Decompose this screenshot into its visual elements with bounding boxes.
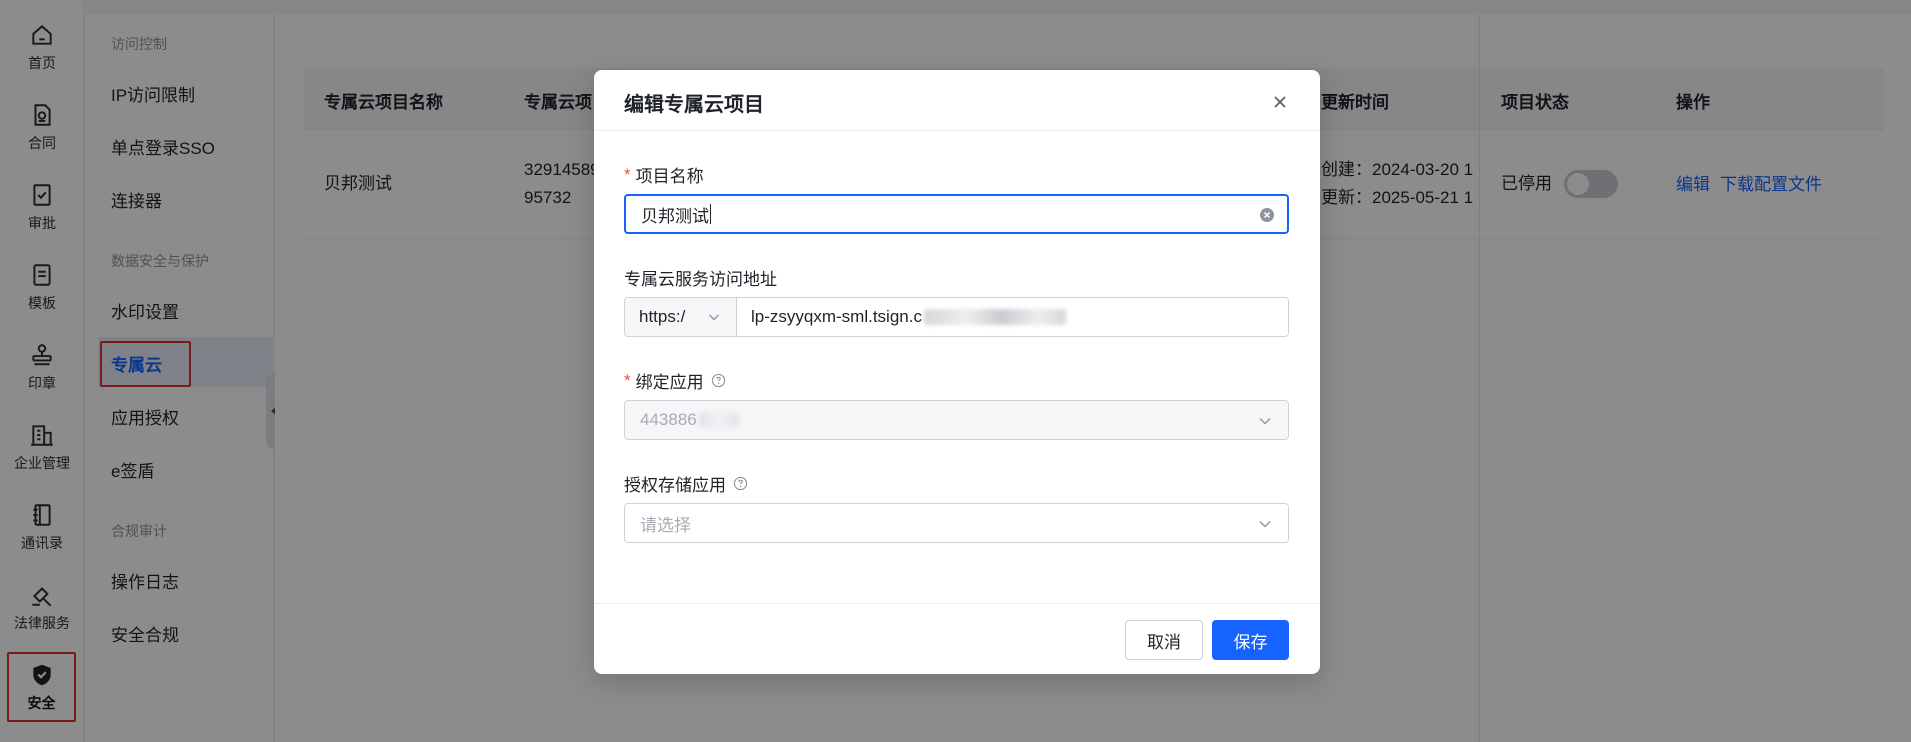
text-cursor [710, 204, 711, 224]
redacted-text [923, 309, 1066, 325]
bound-app-select: 443886 [624, 400, 1289, 440]
bound-app-label: * 绑定应用 [624, 368, 726, 393]
dialog-close-button[interactable] [1266, 88, 1294, 116]
required-mark: * [624, 370, 631, 390]
dialog-footer-divider [594, 603, 1320, 604]
redacted-text [698, 412, 739, 428]
storage-app-placeholder: 请选择 [640, 515, 691, 535]
clear-icon[interactable] [1259, 207, 1275, 223]
service-address-label: 专属云服务访问地址 [624, 270, 777, 289]
storage-app-label: 授权存储应用 [624, 471, 748, 496]
project-name-input[interactable]: 贝邦测试 [624, 194, 1289, 234]
help-icon[interactable] [711, 373, 726, 388]
edit-project-dialog: 编辑专属云项目 * 项目名称 贝邦测试 专属云服务访问地址 https:/ lp… [594, 70, 1320, 674]
cancel-button[interactable]: 取消 [1125, 620, 1203, 660]
dialog-title: 编辑专属云项目 [624, 94, 764, 116]
project-name-value: 贝邦测试 [641, 206, 709, 226]
save-button[interactable]: 保存 [1212, 620, 1289, 660]
required-mark: * [624, 164, 631, 184]
chevron-down-icon [1259, 418, 1271, 425]
chevron-down-icon [709, 314, 719, 321]
help-icon[interactable] [733, 476, 748, 491]
storage-app-select[interactable]: 请选择 [624, 503, 1289, 543]
service-address-value: lp-zsyyqxm-sml.tsign.c [751, 307, 922, 326]
project-name-label: * 项目名称 [624, 164, 704, 187]
close-icon [1274, 96, 1286, 108]
dialog-header-divider [594, 130, 1320, 131]
protocol-select[interactable]: https:/ [625, 298, 737, 336]
service-address-input[interactable]: https:/ lp-zsyyqxm-sml.tsign.c [624, 297, 1289, 337]
bound-app-value: 443886 [640, 410, 697, 429]
chevron-down-icon [1259, 521, 1271, 528]
